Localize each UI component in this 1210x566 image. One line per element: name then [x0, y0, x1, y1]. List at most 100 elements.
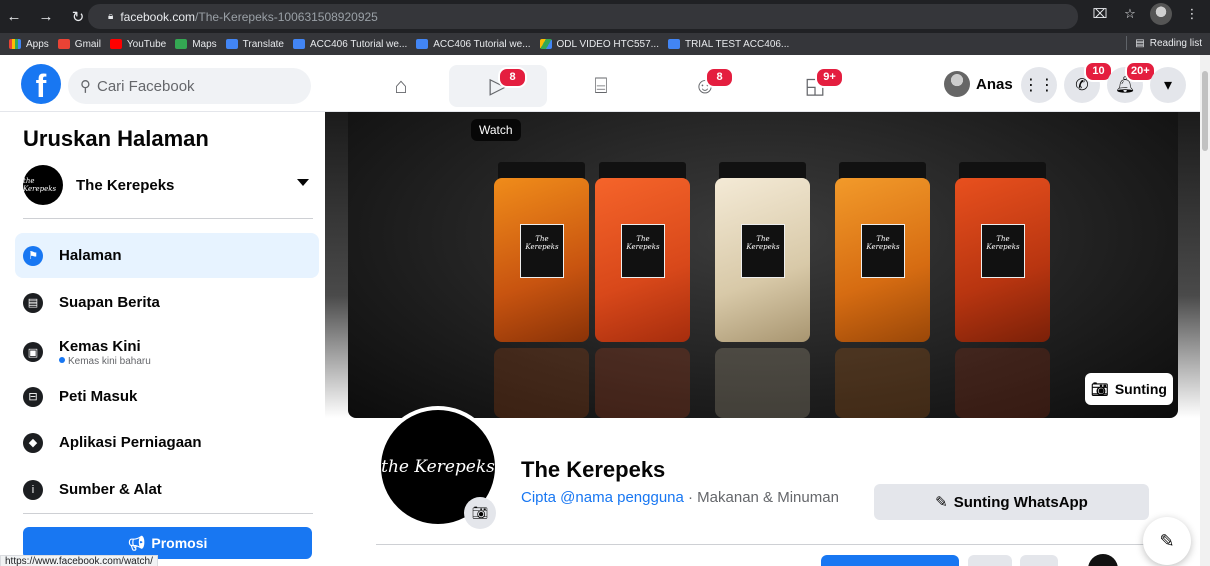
groups-badge: 8 [705, 67, 734, 88]
messenger-button[interactable]: ✆ 10 [1064, 61, 1113, 103]
page-switcher[interactable]: the Kerepeks The Kerepeks [23, 164, 313, 206]
page-main: The Kerepeks The Kerepeks The Kerepeks T… [325, 112, 1200, 566]
edit-cover-button[interactable]: 📷︎ Sunting [1085, 373, 1173, 405]
primary-action-button[interactable] [821, 555, 959, 566]
unread-dot [59, 356, 65, 363]
bookmark-acc406-2[interactable]: ACC406 Tutorial we... [416, 39, 531, 50]
reading-list[interactable]: ▤ Reading list [1126, 36, 1202, 50]
nav-gaming[interactable]: ◱ 9+ [766, 65, 864, 107]
chevron-down-icon: ▾ [1163, 77, 1173, 94]
info-icon: i [23, 479, 43, 500]
address-bar[interactable]: 🔒︎ facebook.com/The-Kerepeks-10063150892… [88, 4, 1078, 29]
watch-tooltip: Watch [471, 119, 521, 141]
bookmark-trial-test[interactable]: TRIAL TEST ACC406... [667, 39, 789, 50]
sidebar-item-sumber-alat[interactable]: i Sumber & Alat [15, 467, 319, 512]
bookmark-odl-video[interactable]: ODL VIDEO HTC557... [539, 39, 659, 50]
camera-icon: 📷︎ [1091, 380, 1109, 397]
bookmark-maps[interactable]: Maps [175, 39, 217, 50]
profile-avatar[interactable] [1150, 3, 1172, 25]
jar-image: The Kerepeks [835, 162, 930, 418]
maps-icon [175, 39, 188, 49]
bookmarks-bar: Apps Gmail YouTube Maps Translate ACC406… [0, 33, 1210, 55]
facebook-header: f ⚲ Cari Facebook ⌂ ▷ 8 ⌸ ☺ 8 ◱ 9+ Anas ⋮⋮ … [0, 55, 1210, 112]
jar-image: The Kerepeks [595, 162, 690, 418]
notifications-button[interactable]: 🔔︎ 20+ [1107, 61, 1156, 103]
nav-groups[interactable]: ☺ 8 [656, 65, 754, 107]
megaphone-icon: 📢︎ [127, 534, 146, 551]
docs-icon [293, 39, 305, 49]
sidebar-item-suapan-berita[interactable]: ▤ Suapan Berita [15, 280, 319, 325]
more-options-button[interactable] [1020, 555, 1058, 566]
translate-icon[interactable]: ⌧ [1090, 6, 1110, 22]
new-message-button[interactable]: ✎ [1143, 517, 1191, 565]
bookmark-youtube[interactable]: YouTube [109, 39, 166, 50]
sidebar-item-kemas-kini[interactable]: ▣ Kemas Kini Kemas kini baharu [15, 327, 319, 377]
nav-marketplace[interactable]: ⌸ [552, 65, 650, 107]
news-feed-icon: ▤ [23, 292, 43, 313]
star-icon[interactable]: ☆ [1120, 6, 1140, 22]
menu-button[interactable]: ⋮⋮ [1021, 67, 1057, 103]
avatar[interactable] [1088, 554, 1118, 566]
nav-home[interactable]: ⌂ [352, 65, 450, 107]
cover-photo[interactable]: The Kerepeks The Kerepeks The Kerepeks T… [348, 112, 1178, 418]
jar-image: The Kerepeks [715, 162, 810, 418]
page-meta: Cipta @nama pengguna · Makanan & Minuman [521, 489, 839, 506]
home-icon: ⌂ [394, 73, 408, 98]
status-bar-url: https://www.facebook.com/watch/ [0, 555, 158, 566]
watch-badge: 8 [498, 67, 527, 88]
user-profile-chip[interactable]: Anas [944, 71, 1013, 97]
create-username-link[interactable]: Cipta @nama pengguna [521, 489, 684, 506]
groups-icon: ☺ 8 [693, 67, 734, 97]
page-title: The Kerepeks [521, 457, 666, 482]
sidebar-item-halaman[interactable]: ⚑ Halaman [15, 233, 319, 278]
bookmark-translate[interactable]: Translate [225, 39, 284, 50]
avatar [944, 71, 970, 97]
caret-down-icon [297, 179, 309, 186]
facebook-logo-icon[interactable]: f [21, 64, 61, 104]
box-icon: ◆ [23, 432, 43, 453]
gaming-icon: ◱ 9+ [803, 67, 844, 97]
back-icon[interactable]: ← [3, 6, 25, 28]
page-logo: the Kerepeks [23, 165, 63, 205]
reload-icon[interactable]: ↻ [67, 6, 89, 28]
drive-icon [539, 39, 552, 49]
apps-grid-icon [9, 39, 21, 49]
docs-icon [416, 39, 429, 49]
compose-icon: ✎ [1159, 530, 1175, 551]
sidebar-item-peti-masuk[interactable]: ⊟ Peti Masuk [15, 374, 319, 419]
search-input[interactable]: ⚲ Cari Facebook [68, 68, 311, 104]
url-path: /The-Kerepeks-100631508920925 [195, 9, 378, 24]
notification-bell-icon: ▣ [23, 342, 43, 362]
bookmark-gmail[interactable]: Gmail [57, 39, 101, 50]
search-icon: ⚲ [80, 78, 91, 95]
page-category: · Makanan & Minuman [683, 489, 839, 506]
grid-menu-icon: ⋮⋮ [1023, 77, 1055, 94]
secondary-action-button[interactable] [968, 555, 1012, 566]
camera-icon: 📷︎ [471, 505, 489, 520]
flag-icon: ⚑ [23, 245, 43, 266]
translate-icon [225, 39, 238, 49]
menu-kebab-icon[interactable]: ⋮ [1182, 6, 1202, 22]
watch-icon: ▷ 8 [486, 67, 527, 97]
sidebar-item-aplikasi-perniagaan[interactable]: ◆ Aplikasi Perniagaan [15, 420, 319, 465]
bookmark-acc406-1[interactable]: ACC406 Tutorial we... [293, 39, 407, 50]
update-profile-picture-button[interactable]: 📷︎ [464, 497, 496, 529]
sidebar-title: Uruskan Halaman [23, 126, 209, 151]
gmail-icon [57, 39, 70, 49]
edit-whatsapp-button[interactable]: ✎ Sunting WhatsApp [874, 484, 1149, 520]
account-button[interactable]: ▾ [1150, 67, 1186, 103]
browser-toolbar: ← → ↻ 🔒︎ facebook.com/The-Kerepeks-10063… [0, 0, 1210, 33]
forward-icon[interactable]: → [35, 6, 57, 28]
inbox-icon: ⊟ [23, 386, 43, 407]
pencil-icon: ✎ [935, 494, 948, 511]
marketplace-icon: ⌸ [594, 73, 608, 98]
nav-watch[interactable]: ▷ 8 [449, 65, 547, 107]
lock-icon: 🔒︎ [108, 11, 114, 22]
search-placeholder: Cari Facebook [97, 77, 195, 95]
jar-image: The Kerepeks [494, 162, 589, 418]
youtube-icon [109, 39, 122, 49]
page-scrollbar[interactable] [1200, 55, 1210, 566]
jar-image: The Kerepeks [955, 162, 1050, 418]
url-host: facebook.com [120, 9, 196, 24]
bookmark-apps[interactable]: Apps [9, 39, 49, 50]
